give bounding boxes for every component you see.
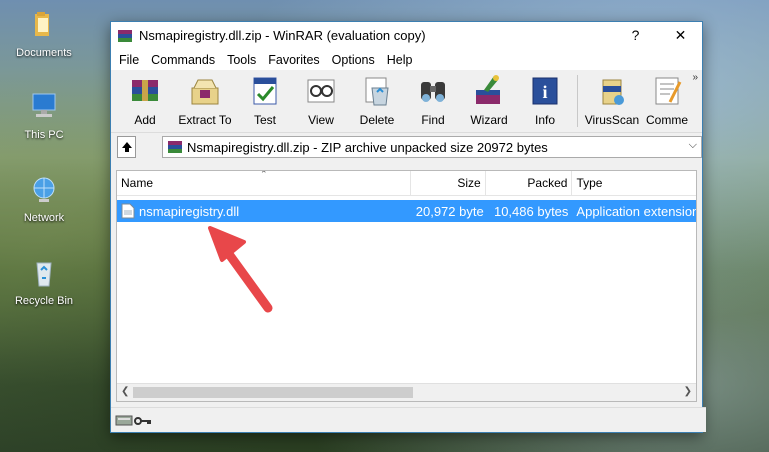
up-arrow-icon	[121, 142, 132, 152]
add-button[interactable]: Add	[117, 70, 173, 127]
toolbar-label: View	[308, 113, 334, 127]
desktop-icon-this-pc[interactable]: This PC	[5, 92, 83, 141]
address-field[interactable]: Nsmapiregistry.dll.zip - ZIP archive unp…	[162, 136, 702, 158]
wizard-icon	[476, 75, 500, 104]
column-header-type[interactable]: Type	[572, 171, 696, 195]
test-button[interactable]: Test	[237, 70, 293, 127]
drive-and-key-icon	[115, 415, 151, 426]
view-icon	[307, 79, 335, 103]
file-type: Application extension	[576, 203, 696, 219]
toolbar-label: Extract To	[178, 113, 232, 127]
horizontal-scrollbar[interactable]: ❮ ❯	[117, 383, 696, 401]
toolbar-label: Test	[253, 113, 276, 127]
toolbar-label: Comme	[645, 113, 688, 127]
toolbar-label: VirusScan	[584, 113, 640, 127]
scroll-right-icon[interactable]: ❯	[684, 386, 692, 397]
toolbar: Add Extract To Test View Delete Find Wiz…	[111, 70, 702, 133]
table-row[interactable]: nsmapiregistry.dll 20,972 byte 10,486 by…	[117, 200, 696, 222]
menu-help[interactable]: Help	[381, 53, 419, 67]
column-header-packed[interactable]: Packed	[486, 171, 573, 195]
delete-icon	[365, 77, 389, 106]
toolbar-label: Info	[534, 113, 555, 127]
info-icon: i	[532, 77, 558, 105]
scroll-left-icon[interactable]: ❮	[121, 386, 129, 397]
address-text: Nsmapiregistry.dll.zip - ZIP archive unp…	[187, 139, 548, 155]
file-name: nsmapiregistry.dll	[139, 203, 240, 219]
toolbar-separator	[577, 75, 578, 127]
desktop-icon-label: This PC	[24, 129, 64, 141]
menu-commands[interactable]: Commands	[145, 53, 221, 67]
toolbar-label: Add	[134, 113, 156, 127]
toolbar-label: Delete	[359, 113, 395, 127]
sort-indicator-icon: ⌃	[260, 170, 268, 179]
toolbar-label: Find	[421, 113, 445, 127]
extract-to-button[interactable]: Extract To	[173, 70, 237, 127]
folder-icon	[35, 12, 49, 36]
address-bar: Nsmapiregistry.dll.zip - ZIP archive unp…	[111, 133, 702, 161]
winrar-app-icon	[118, 29, 132, 42]
help-button[interactable]: ?	[613, 22, 658, 49]
computer-icon	[32, 93, 56, 117]
file-packed: 10,486 bytes	[493, 203, 569, 219]
title-bar[interactable]: Nsmapiregistry.dll.zip - WinRAR (evaluat…	[111, 22, 702, 49]
desktop-icon-network[interactable]: Network	[5, 175, 83, 224]
virusscan-icon	[602, 79, 624, 105]
network-icon	[33, 177, 55, 202]
menu-bar: File Commands Tools Favorites Options He…	[111, 49, 702, 70]
desktop-icon-label: Recycle Bin	[14, 295, 74, 307]
winrar-window: Nsmapiregistry.dll.zip - WinRAR (evaluat…	[110, 21, 706, 433]
menu-tools[interactable]: Tools	[221, 53, 262, 67]
view-button[interactable]: View	[293, 70, 349, 127]
toolbar-label: Wizard	[470, 113, 508, 127]
status-bar	[111, 407, 706, 432]
menu-file[interactable]: File	[113, 53, 145, 67]
info-button[interactable]: i Info	[517, 70, 573, 127]
chevron-down-icon[interactable]: ⌵	[689, 139, 697, 152]
comment-button[interactable]: Comme	[642, 70, 692, 127]
file-name-cell: nsmapiregistry.dll	[117, 203, 411, 219]
test-icon	[253, 77, 277, 105]
desktop-icon-documents[interactable]: Documents	[5, 10, 83, 59]
find-button[interactable]: Find	[405, 70, 461, 127]
desktop-icon-label: Network	[23, 212, 65, 224]
close-button[interactable]: ✕	[658, 22, 703, 49]
menu-favorites[interactable]: Favorites	[262, 53, 325, 67]
extract-to-icon	[191, 79, 219, 105]
up-folder-button[interactable]	[117, 136, 136, 158]
column-header-size[interactable]: Size	[411, 171, 486, 195]
comment-icon	[655, 77, 682, 105]
toolbar-overflow-chevron[interactable]: »	[692, 72, 698, 83]
add-archive-icon	[132, 80, 158, 101]
desktop-icon-recycle-bin[interactable]: Recycle Bin	[5, 258, 83, 307]
delete-button[interactable]: Delete	[349, 70, 405, 127]
scroll-thumb[interactable]	[133, 387, 413, 398]
dll-file-icon	[121, 203, 135, 219]
desktop-icon-label: Documents	[16, 47, 72, 59]
archive-icon	[168, 141, 182, 153]
window-title: Nsmapiregistry.dll.zip - WinRAR (evaluat…	[139, 28, 426, 43]
annotation-arrow-icon	[208, 226, 273, 313]
menu-options[interactable]: Options	[326, 53, 381, 67]
wizard-button[interactable]: Wizard	[461, 70, 517, 127]
virusscan-button[interactable]: VirusScan	[582, 70, 642, 127]
find-icon	[421, 82, 445, 102]
file-size: 20,972 byte	[415, 203, 484, 219]
recycle-bin-icon	[36, 262, 52, 287]
file-list-header: ⌃ Name Size Packed Type	[117, 171, 696, 196]
svg-text:i: i	[542, 82, 547, 102]
